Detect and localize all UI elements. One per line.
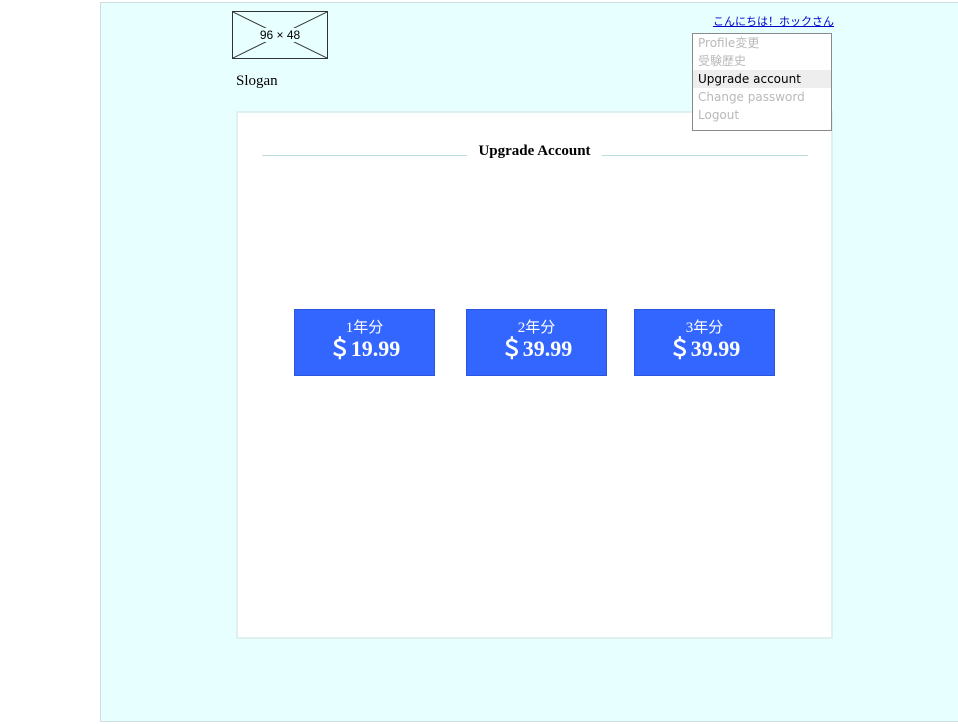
menu-item-upgrade-account[interactable]: Upgrade account [693, 70, 831, 88]
upgrade-account-panel: Upgrade Account 1年分 ＄19.99 2年分 ＄39.99 3年… [236, 111, 833, 639]
page-title: Upgrade Account [478, 143, 591, 159]
title-divider-right [602, 155, 808, 156]
logo-size-label: 96 × 48 [257, 28, 303, 42]
user-dropdown-menu: Profile変更 受験歴史 Upgrade account Change pa… [692, 33, 832, 131]
plan-duration: 2年分 [517, 320, 556, 336]
menu-item-change-password[interactable]: Change password [693, 88, 831, 106]
logo-placeholder: 96 × 48 [232, 11, 328, 59]
menu-item-logout[interactable]: Logout [693, 106, 831, 124]
plan-price: ＄39.99 [668, 336, 741, 361]
panel-title-row: Upgrade Account [262, 143, 808, 163]
plan-price: ＄39.99 [500, 336, 573, 361]
plan-2-year-button[interactable]: 2年分 ＄39.99 [466, 309, 607, 376]
menu-item-exam-history[interactable]: 受験歴史 [693, 52, 831, 70]
slogan: Slogan [236, 73, 278, 89]
plan-3-year-button[interactable]: 3年分 ＄39.99 [634, 309, 775, 376]
plan-1-year-button[interactable]: 1年分 ＄19.99 [294, 309, 435, 376]
menu-item-profile[interactable]: Profile変更 [693, 34, 831, 52]
plan-price: ＄19.99 [328, 336, 401, 361]
plan-duration: 1年分 [345, 320, 384, 336]
user-greeting-link[interactable]: こんにちは！ホックさん [713, 13, 834, 29]
title-divider-left [262, 155, 467, 156]
plan-duration: 3年分 [685, 320, 724, 336]
